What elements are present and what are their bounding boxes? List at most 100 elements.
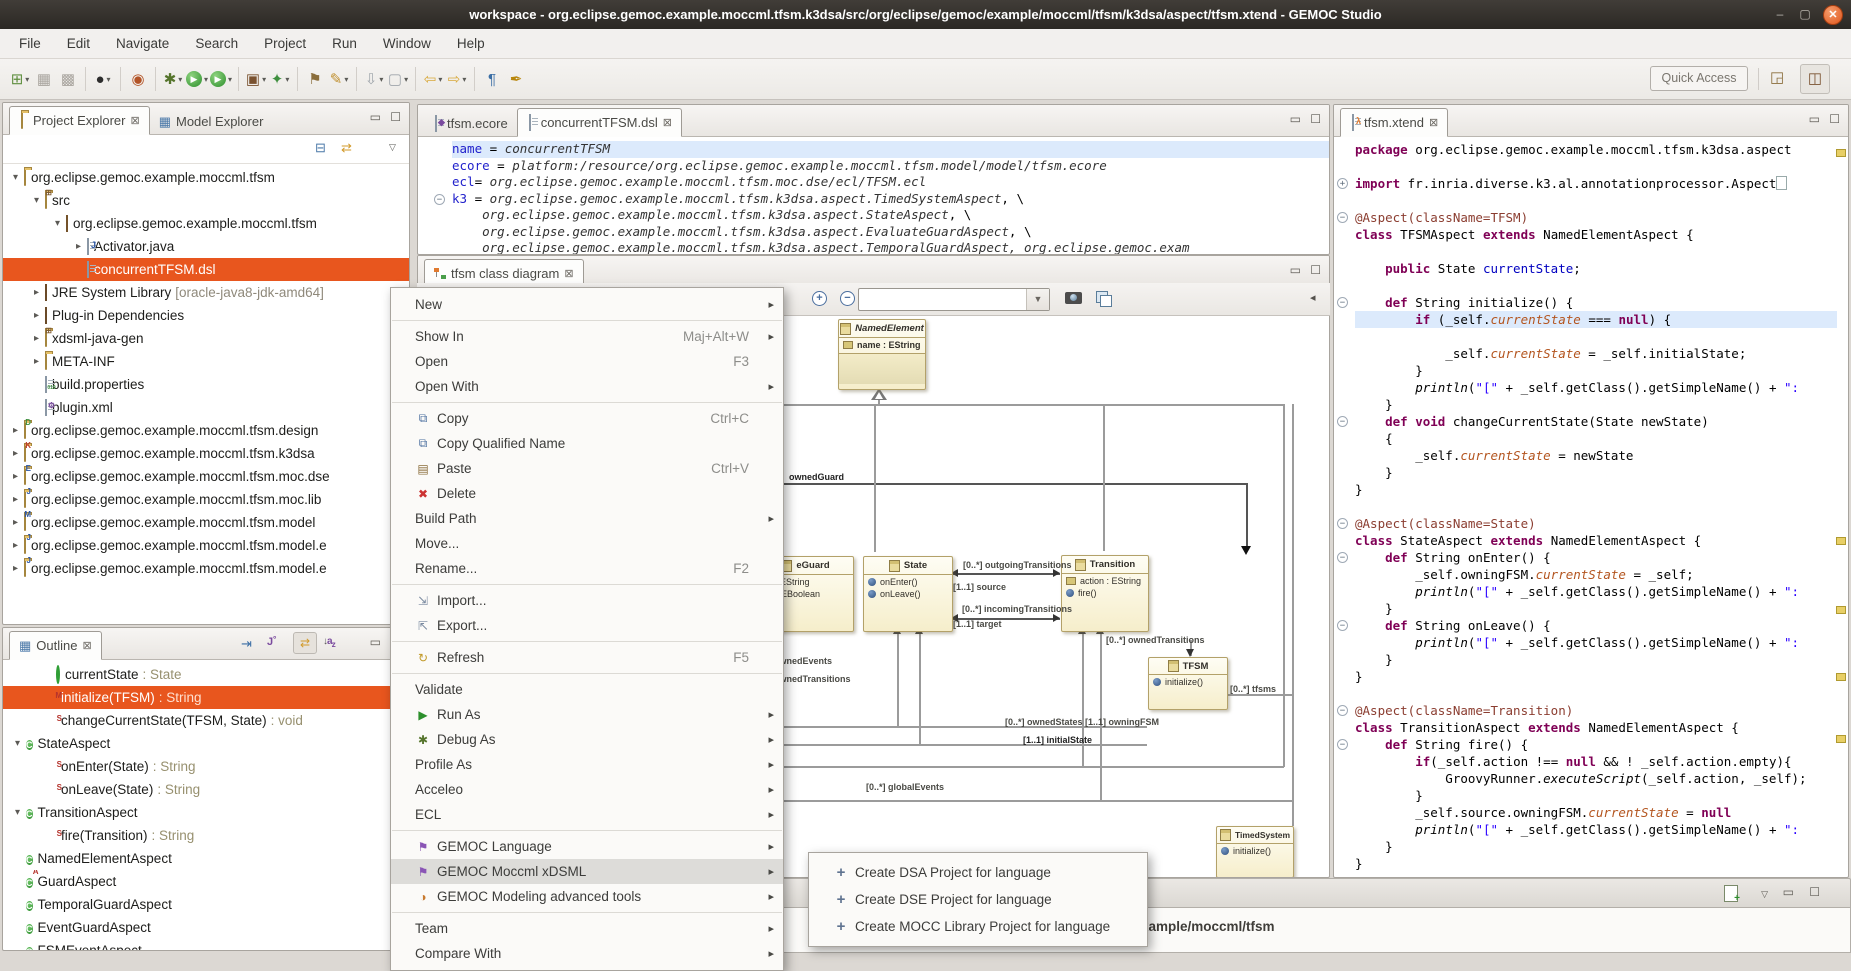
menu-project[interactable]: Project <box>251 29 319 59</box>
minimize-icon[interactable]: ▭ <box>370 110 381 124</box>
minimize-icon[interactable]: ▭ <box>1290 263 1301 277</box>
tree-item[interactable]: ▸Jorg.eclipse.gemoc.example.moccml.tfsm.… <box>3 557 409 580</box>
save-all-icon[interactable]: ▩ <box>57 66 79 92</box>
zoom-in-icon[interactable]: + <box>812 291 827 306</box>
tree-item[interactable]: ▸META-INF <box>3 350 409 373</box>
minimize-icon[interactable]: ▭ <box>1809 112 1820 126</box>
tree-item[interactable]: ▾⊞src <box>3 189 409 212</box>
chevron-down-icon[interactable]: ▼ <box>1026 289 1049 310</box>
close-icon[interactable]: ⊠ <box>663 116 672 129</box>
tree-item[interactable]: ▸Eorg.eclipse.gemoc.example.moccml.tfsm.… <box>3 465 409 488</box>
outline-item[interactable]: Sfire(Transition): String <box>3 824 409 847</box>
outline-item[interactable]: CNamedElementAspect <box>3 847 409 870</box>
maximize-icon[interactable]: ☐ <box>1310 112 1321 126</box>
occurrence-marker[interactable] <box>1836 735 1846 743</box>
new-wizard-icon[interactable]: ⊞▾ <box>9 66 31 92</box>
menu-search[interactable]: Search <box>182 29 251 59</box>
context-menu-item-refresh[interactable]: ↻RefreshF5 <box>391 645 783 670</box>
context-menu-item-show-in[interactable]: Show InMaj+Alt+W▸ <box>391 324 783 349</box>
tree-item[interactable]: ▸JRE System Library [oracle-java8-jdk-am… <box>3 281 409 304</box>
hide-static-icon[interactable]: J˚ <box>267 636 277 648</box>
context-menu-item-acceleo[interactable]: Acceleo▸ <box>391 777 783 802</box>
context-menu-item-move-[interactable]: Move... <box>391 531 783 556</box>
menu-run[interactable]: Run <box>319 29 370 59</box>
outline-item[interactable]: SchangeCurrentState(TFSM, State): void <box>3 709 409 732</box>
outline-item[interactable]: CEventGuardAspect <box>3 916 409 939</box>
tab-tfsm-xtend[interactable]: λ tfsm.xtend⊠ <box>1340 108 1448 137</box>
context-menu-item-ecl[interactable]: ECL▸ <box>391 802 783 827</box>
zoom-level-combobox[interactable]: ▼ <box>858 288 1050 311</box>
back-icon[interactable]: ⇦▾ <box>422 66 444 92</box>
tree-item[interactable]: ▾org.eclipse.gemoc.example.moccml.tfsm <box>3 212 409 235</box>
mark-occurrences-icon[interactable]: ✒ <box>505 66 527 92</box>
new-event-icon[interactable]: + <box>1724 885 1738 902</box>
key-icon[interactable]: ◉ <box>127 66 149 92</box>
tree-item[interactable]: ▸Jorg.eclipse.gemoc.example.moccml.tfsm.… <box>3 488 409 511</box>
context-menu-item-gemoc-moccml-xdsml[interactable]: ⚑GEMOC Moccml xDSML▸ <box>391 859 783 884</box>
context-menu-item-copy-qualified-name[interactable]: ⧉Copy Qualified Name <box>391 431 783 456</box>
class-box-tfsm[interactable]: TFSM initialize() <box>1148 657 1228 710</box>
submenu-item-create-mocc-library-project-for-language[interactable]: +Create MOCC Library Project for languag… <box>809 913 1147 940</box>
palette-collapse-icon[interactable]: ◂ <box>1310 291 1316 304</box>
maximize-icon[interactable]: ☐ <box>1829 112 1840 126</box>
context-menu-item-open[interactable]: OpenF3 <box>391 349 783 374</box>
minimize-icon[interactable]: ▭ <box>1290 112 1301 126</box>
down-arrow-icon[interactable]: ⇩▾ <box>363 66 385 92</box>
maximize-icon[interactable]: ☐ <box>390 110 401 124</box>
context-menu-item-debug-as[interactable]: ✱Debug As▸ <box>391 727 783 752</box>
context-menu-item-copy[interactable]: ⧉CopyCtrl+C <box>391 406 783 431</box>
close-icon[interactable]: ⊠ <box>564 267 573 280</box>
tab-outline[interactable]: ▦ Outline⊠ <box>9 631 102 660</box>
forward-icon[interactable]: ⇨▾ <box>446 66 468 92</box>
minimize-icon[interactable]: ▭ <box>1783 885 1794 899</box>
context-menu-item-gemoc-language[interactable]: ⚑GEMOC Language▸ <box>391 834 783 859</box>
outline-item[interactable]: Minitialize(TFSM): String <box>3 686 409 709</box>
open-perspective-icon[interactable]: ◲ <box>1770 68 1784 86</box>
view-menu-icon[interactable]: ▽ <box>1761 889 1768 900</box>
context-menu-item-validate[interactable]: Validate <box>391 677 783 702</box>
class-box-transition[interactable]: Transition action : EString fire() <box>1061 555 1149 632</box>
menu-navigate[interactable]: Navigate <box>103 29 182 59</box>
menu-help[interactable]: Help <box>444 29 498 59</box>
run-external-icon[interactable]: ▶▾ <box>210 66 232 92</box>
menu-window[interactable]: Window <box>370 29 444 59</box>
close-icon[interactable]: ⊠ <box>1429 116 1438 129</box>
tree-item[interactable]: ▸Morg.eclipse.gemoc.example.moccml.tfsm.… <box>3 511 409 534</box>
context-menu-item-open-with[interactable]: Open With▸ <box>391 374 783 399</box>
save-icon[interactable]: ▦ <box>33 66 55 92</box>
tree-item[interactable]: ▸⊞xdsml-java-gen <box>3 327 409 350</box>
outline-item[interactable]: CTemporalGuardAspect <box>3 893 409 916</box>
sort-icon[interactable]: ↓az <box>323 636 335 649</box>
view-menu-icon[interactable]: ▽ <box>389 142 396 153</box>
new-java-project-icon[interactable]: ▣▾ <box>245 66 267 92</box>
class-box-timedsystem[interactable]: TimedSystem initialize() <box>1216 826 1294 877</box>
outline-item[interactable]: CFSMEventAspect <box>3 939 409 951</box>
context-menu-item-import-[interactable]: ⇲Import... <box>391 588 783 613</box>
submenu-item-create-dse-project-for-language[interactable]: +Create DSE Project for language <box>809 886 1147 913</box>
minimize-icon[interactable]: ▭ <box>370 635 381 649</box>
tab-project-explorer[interactable]: Project Explorer⊠ <box>9 106 150 135</box>
xtend-code-editor[interactable]: package org.eclipse.gemoc.example.moccml… <box>1334 136 1837 877</box>
context-menu-item-team[interactable]: Team▸ <box>391 916 783 941</box>
close-icon[interactable]: ⊠ <box>83 639 92 652</box>
context-menu-item-export-[interactable]: ⇱Export... <box>391 613 783 638</box>
tab-concurrenttfsm-dsl[interactable]: concurrentTFSM.dsl⊠ <box>517 108 682 137</box>
run-icon[interactable]: ▶▾ <box>186 66 208 92</box>
context-menu-item-build-path[interactable]: Build Path▸ <box>391 506 783 531</box>
outline-item[interactable]: currentState: State <box>3 663 409 686</box>
outline-item[interactable]: SonLeave(State): String <box>3 778 409 801</box>
context-menu-item-delete[interactable]: ✖Delete <box>391 481 783 506</box>
new-plugin-icon[interactable]: ✦▾ <box>269 66 291 92</box>
submenu-item-create-dsa-project-for-language[interactable]: +Create DSA Project for language <box>809 859 1147 886</box>
occurrence-marker[interactable] <box>1836 537 1846 545</box>
outline-item[interactable]: ▾CTransitionAspect <box>3 801 409 824</box>
collapse-all-icon[interactable]: ⊟ <box>315 140 326 156</box>
context-menu-item-profile-as[interactable]: Profile As▸ <box>391 752 783 777</box>
window-icon[interactable]: ▢▾ <box>387 66 409 92</box>
maximize-icon[interactable]: ☐ <box>1310 263 1321 277</box>
context-menu-item-run-as[interactable]: ▶Run As▸ <box>391 702 783 727</box>
tree-item[interactable]: concurrentTFSM.dsl <box>3 258 409 281</box>
outline-item[interactable]: CAGuardAspect <box>3 870 409 893</box>
focus-icon[interactable]: ⇥ <box>241 636 252 652</box>
layers-icon[interactable] <box>1096 291 1108 303</box>
